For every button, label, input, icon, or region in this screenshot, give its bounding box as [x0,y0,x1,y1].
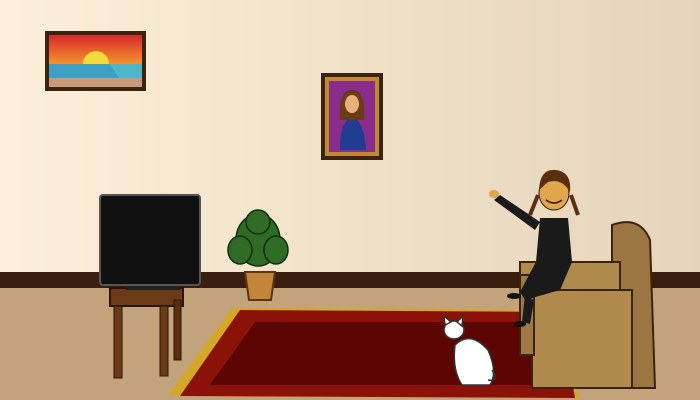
television [99,194,201,290]
sunset-painting [45,31,146,91]
portrait-painting [321,73,383,160]
room-scene [0,0,700,400]
